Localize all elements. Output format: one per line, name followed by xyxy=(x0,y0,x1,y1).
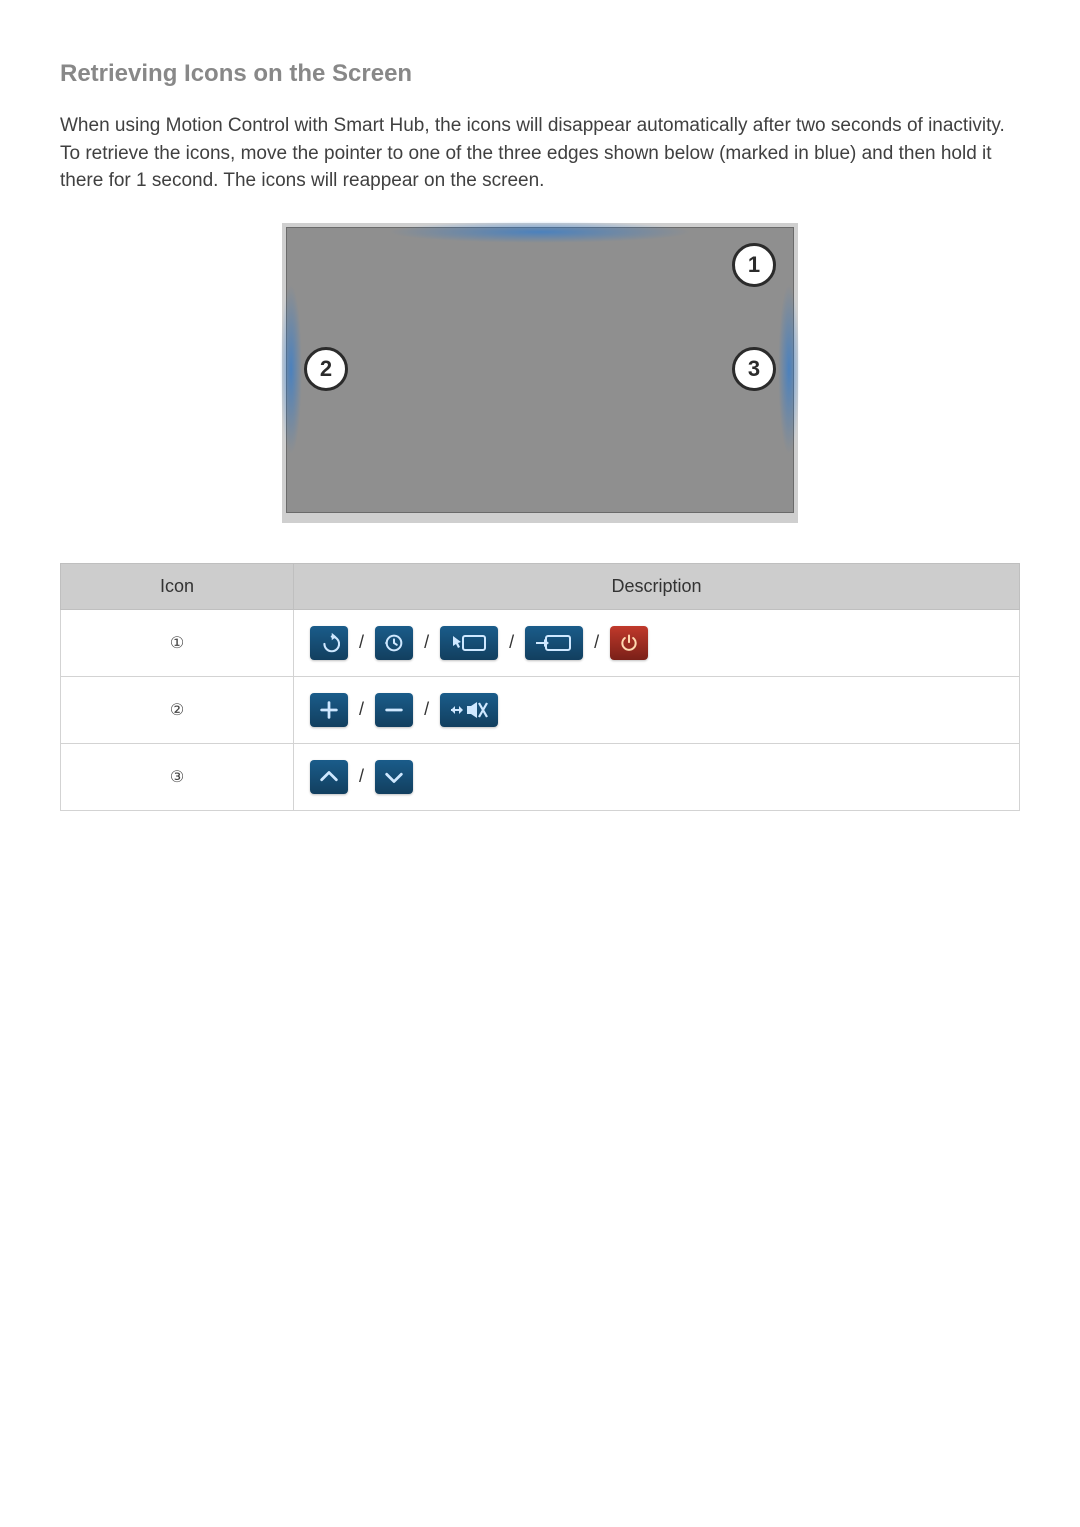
tv-screen: 1 2 3 xyxy=(282,223,798,523)
row2-label: ② xyxy=(61,676,294,743)
callout-3: 3 xyxy=(732,347,776,391)
separator: / xyxy=(503,632,520,653)
section-heading: Retrieving Icons on the Screen xyxy=(60,60,1020,88)
callout-1: 1 xyxy=(732,243,776,287)
channel-down-icon xyxy=(375,760,413,794)
return-icon xyxy=(310,626,348,660)
separator: / xyxy=(418,699,435,720)
tv-illustration: 1 2 3 xyxy=(60,223,1020,523)
edge-glow-top xyxy=(388,221,693,243)
header-icon: Icon xyxy=(61,563,294,609)
pointer-mode-icon xyxy=(440,626,498,660)
row2-description: / / xyxy=(294,676,1020,743)
history-icon xyxy=(375,626,413,660)
mute-icon xyxy=(440,693,498,727)
row1-description: / / / / xyxy=(294,609,1020,676)
row1-label: ① xyxy=(61,609,294,676)
row3-description: / xyxy=(294,743,1020,810)
separator: / xyxy=(353,699,370,720)
header-description: Description xyxy=(294,563,1020,609)
table-row: ① / / / xyxy=(61,609,1020,676)
separator: / xyxy=(588,632,605,653)
volume-up-icon xyxy=(310,693,348,727)
table-row: ② / / xyxy=(61,676,1020,743)
row3-label: ③ xyxy=(61,743,294,810)
volume-down-icon xyxy=(375,693,413,727)
edge-glow-left xyxy=(280,284,302,456)
power-icon xyxy=(610,626,648,660)
icon-table: Icon Description ① / / xyxy=(60,563,1020,811)
callout-2: 2 xyxy=(304,347,348,391)
section-body: When using Motion Control with Smart Hub… xyxy=(60,112,1020,195)
edge-glow-right xyxy=(778,284,800,456)
separator: / xyxy=(353,766,370,787)
separator: / xyxy=(418,632,435,653)
source-icon xyxy=(525,626,583,660)
manual-page: Retrieving Icons on the Screen When usin… xyxy=(0,0,1080,811)
separator: / xyxy=(353,632,370,653)
table-row: ③ / xyxy=(61,743,1020,810)
channel-up-icon xyxy=(310,760,348,794)
